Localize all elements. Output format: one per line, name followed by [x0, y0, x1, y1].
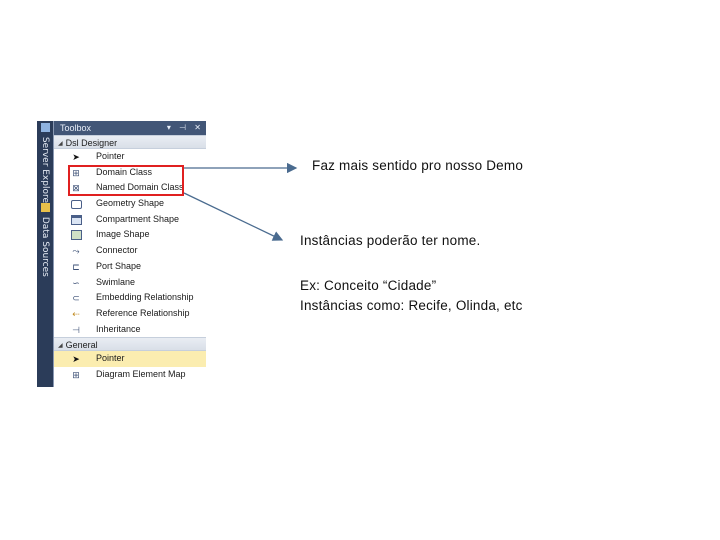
- note-named-instances: Instâncias poderão ter nome.: [300, 233, 481, 248]
- note-example-line1: Ex: Conceito “Cidade”: [300, 278, 437, 293]
- arrow-to-second-note: [183, 192, 284, 241]
- note-example-line2: Instâncias como: Recife, Olinda, etc: [300, 298, 523, 313]
- note-demo: Faz mais sentido pro nosso Demo: [312, 158, 524, 173]
- callout-arrows: [183, 162, 298, 241]
